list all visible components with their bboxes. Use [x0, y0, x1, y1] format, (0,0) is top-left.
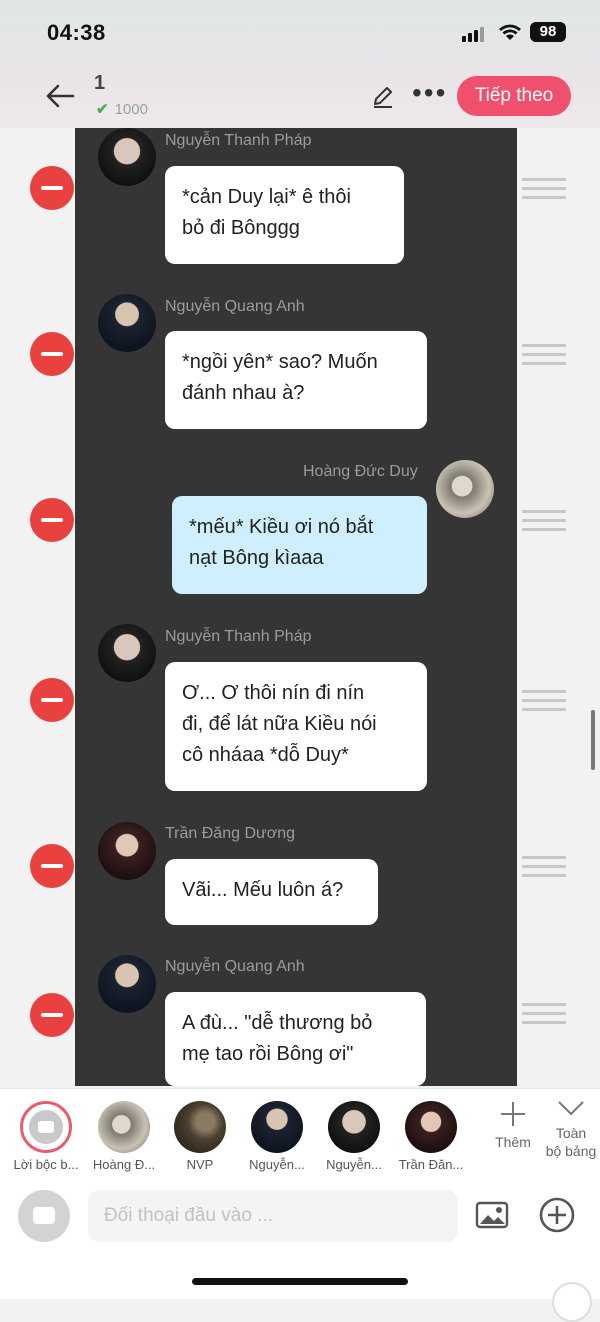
character-tran-dang-duong[interactable]: Trần Đăn... — [393, 1101, 469, 1172]
back-arrow-icon[interactable] — [44, 80, 76, 112]
message-bubble[interactable]: *ngồi yên* sao? Muốn đánh nhau à? — [165, 331, 427, 429]
expand-all-label: Toàn bộ bảng — [545, 1125, 597, 1159]
avatar-nguyen-thanh-phap — [98, 624, 156, 682]
avatar-nguyen-thanh-phap — [98, 128, 156, 186]
avatar — [174, 1101, 226, 1153]
speaker-name: Nguyễn Quang Anh — [165, 958, 305, 975]
drag-handle-icon[interactable] — [522, 856, 566, 878]
delete-message-button[interactable] — [30, 993, 74, 1037]
character-label: Hoàng Đ... — [92, 1157, 156, 1172]
avatar-hoang-duc-duy — [436, 460, 494, 518]
speaker-name: Hoàng Đức Duy — [303, 463, 418, 480]
character-label: NVP — [186, 1157, 214, 1172]
story-subtitle: ✔ 1000 — [96, 100, 148, 118]
plus-icon — [501, 1102, 525, 1126]
message-bubble[interactable]: Vãi... Mếu luôn á? — [165, 859, 378, 925]
add-circle-icon[interactable] — [538, 1196, 576, 1234]
character-label: Lời bộc b... — [13, 1157, 79, 1172]
message-bubble[interactable]: Ơ... Ơ thôi nín đi nín đi, để lát nữa Ki… — [165, 662, 427, 791]
more-options-icon[interactable]: ••• — [412, 79, 446, 110]
top-bar: 04:38 98 1 ✔ 1000 ••• Tiếp theo — [0, 0, 600, 128]
character-nguyen-thanh-phap[interactable]: Nguyễn... — [316, 1101, 392, 1172]
avatar-nguyen-quang-anh — [98, 294, 156, 352]
status-time: 04:38 — [47, 20, 106, 45]
signal-icon — [462, 26, 486, 42]
input-bar — [0, 1180, 600, 1322]
drag-handle-icon[interactable] — [522, 690, 566, 712]
message-bubble[interactable]: *mếu* Kiều ơi nó bắt nạt Bông kìaaa — [172, 496, 427, 594]
character-nguyen-quang-anh[interactable]: Nguyễn... — [239, 1101, 315, 1172]
chat-panel — [75, 128, 517, 1086]
speaker-name: Nguyễn Quang Anh — [165, 298, 305, 315]
next-button[interactable]: Tiếp theo — [457, 76, 571, 116]
avatar-nguyen-quang-anh — [98, 955, 156, 1013]
scrollbar[interactable] — [591, 710, 595, 770]
narration-toggle-button[interactable] — [18, 1190, 70, 1242]
character-label: Nguyễn... — [249, 1157, 305, 1172]
expand-all-button[interactable]: Toàn bộ bảng — [543, 1097, 599, 1160]
chevron-down-icon — [558, 1101, 584, 1116]
speaker-name: Nguyễn Thanh Pháp — [165, 628, 312, 645]
speaker-name: Trần Đăng Dương — [165, 825, 295, 842]
message-bubble[interactable]: *cản Duy lại* ê thôi bỏ đi Bônggg — [165, 166, 404, 264]
speaker-name: Nguyễn Thanh Pháp — [165, 132, 312, 149]
avatar — [405, 1101, 457, 1153]
character-label: Nguyễn... — [326, 1157, 382, 1172]
drag-handle-icon[interactable] — [522, 178, 566, 200]
edit-pencil-icon[interactable] — [370, 84, 396, 110]
dialogue-input[interactable] — [88, 1190, 458, 1242]
add-character-label: Thêm — [495, 1134, 531, 1150]
character-bar: Lời bộc b... Hoàng Đ... NVP Nguyễn... Ng… — [0, 1088, 600, 1181]
delete-message-button[interactable] — [30, 332, 74, 376]
delete-message-button[interactable] — [30, 498, 74, 542]
character-nvp[interactable]: NVP — [162, 1101, 238, 1172]
scroll-up-icon[interactable] — [552, 1282, 592, 1322]
avatar-tran-dang-duong — [98, 822, 156, 880]
wifi-icon — [499, 24, 521, 40]
image-icon[interactable] — [475, 1200, 509, 1230]
character-label: Trần Đăn... — [398, 1157, 464, 1172]
check-icon: ✔ — [96, 101, 109, 118]
message-bubble[interactable]: A đù... "dễ thương bỏ mẹ tao rồi Bông ơi… — [165, 992, 426, 1086]
delete-message-button[interactable] — [30, 844, 74, 888]
narrator-icon — [20, 1101, 72, 1153]
drag-handle-icon[interactable] — [522, 1003, 566, 1025]
avatar — [251, 1101, 303, 1153]
character-hoang-duc-duy[interactable]: Hoàng Đ... — [86, 1101, 162, 1172]
delete-message-button[interactable] — [30, 166, 74, 210]
battery-indicator: 98 — [530, 22, 566, 42]
home-indicator — [192, 1278, 408, 1285]
delete-message-button[interactable] — [30, 678, 74, 722]
avatar — [328, 1101, 380, 1153]
add-character-button[interactable]: Thêm — [490, 1099, 536, 1150]
avatar — [98, 1101, 150, 1153]
character-narrator[interactable]: Lời bộc b... — [8, 1101, 84, 1172]
drag-handle-icon[interactable] — [522, 344, 566, 366]
story-title: 1 — [94, 72, 106, 94]
drag-handle-icon[interactable] — [522, 510, 566, 532]
story-count: 1000 — [114, 101, 148, 118]
